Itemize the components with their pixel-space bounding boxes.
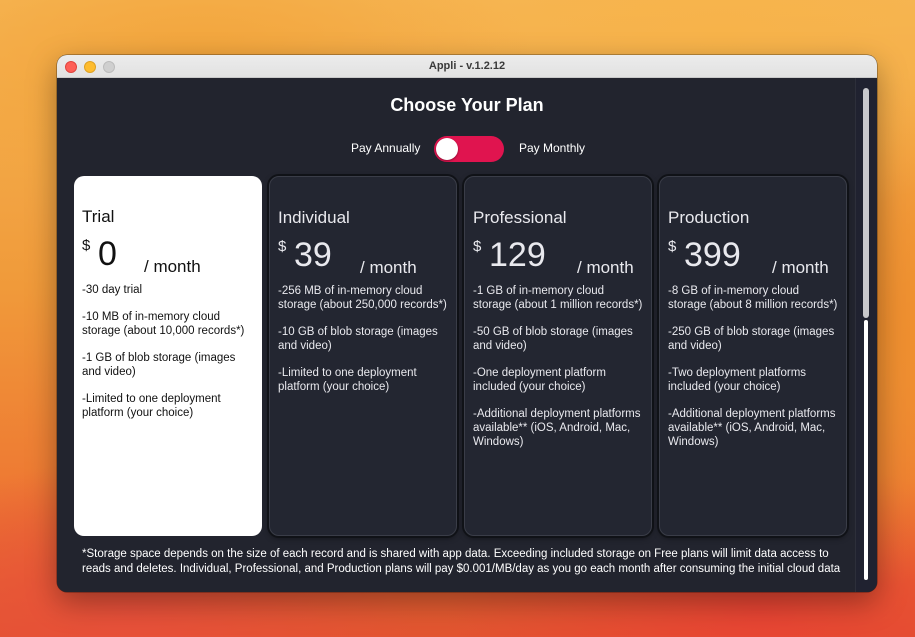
feature-item: -One deployment platform included (your …: [473, 367, 606, 393]
feature-item: -Additional deployment platforms availab…: [473, 408, 641, 448]
price-amount: 399: [684, 236, 741, 274]
price-amount: 129: [489, 236, 546, 274]
feature-item: -10 MB of in-memory cloud storage (about…: [82, 311, 245, 337]
feature-item: -30 day trial: [82, 284, 143, 296]
feature-item: -1 GB of in-memory cloud storage (about …: [473, 285, 643, 311]
plan-card-professional[interactable]: Professional $ 129 / month -1 GB of in-m…: [464, 176, 652, 536]
feature-list: -1 GB of in-memory cloud storage (about …: [473, 284, 645, 462]
window-title: Appli - v.1.2.12: [428, 60, 506, 72]
plan-card-production[interactable]: Production $ 399 / month -8 GB of in-mem…: [659, 176, 847, 536]
app-window: Appli - v.1.2.12 Choose Your Plan Pay An…: [57, 55, 877, 592]
plan-name: Individual: [278, 208, 350, 227]
feature-list: -30 day trial -10 MB of in-memory cloud …: [82, 283, 256, 433]
price-amount: 0: [98, 235, 117, 273]
plan-panel[interactable]: Choose Your Plan Pay Annually Pay Monthl…: [57, 78, 877, 592]
feature-item: -10 GB of blob storage (images and video…: [278, 326, 438, 352]
plan-card-individual[interactable]: Individual $ 39 / month -256 MB of in-me…: [269, 176, 457, 536]
feature-item: -50 GB of blob storage (images and video…: [473, 326, 633, 352]
feature-item: -Limited to one deployment platform (you…: [82, 393, 221, 419]
currency-symbol: $: [82, 237, 91, 254]
feature-item: -1 GB of blob storage (images and video): [82, 352, 236, 378]
pay-monthly-label[interactable]: Pay Monthly: [519, 141, 585, 155]
storage-footnote: *Storage space depends on the size of ea…: [82, 548, 841, 575]
plan-card-trial[interactable]: Trial $ 0 / month -30 day trial -10 MB o…: [74, 176, 262, 536]
billing-toggle-row: Pay Annually Pay Monthly: [57, 136, 877, 162]
feature-list: -256 MB of in-memory cloud storage (abou…: [278, 284, 450, 407]
plan-name: Professional: [473, 208, 567, 227]
toggle-knob[interactable]: [436, 138, 458, 160]
feature-list: -8 GB of in-memory cloud storage (about …: [668, 284, 840, 462]
price-unit: / month: [772, 258, 829, 277]
feature-item: -8 GB of in-memory cloud storage (about …: [668, 285, 838, 311]
title-bar: Appli - v.1.2.12: [57, 55, 877, 78]
scrollbar-track-highlight: [864, 320, 868, 580]
plan-name: Trial: [82, 207, 115, 226]
price-unit: / month: [144, 257, 201, 276]
page-title: Choose Your Plan: [390, 95, 544, 115]
feature-item: -Additional deployment platforms availab…: [668, 408, 836, 448]
price-unit: / month: [360, 258, 417, 277]
plan-name: Production: [668, 208, 750, 227]
feature-item: -Two deployment platforms included (your…: [668, 367, 807, 393]
currency-symbol: $: [473, 238, 482, 255]
feature-item: -Limited to one deployment platform (you…: [278, 367, 417, 393]
billing-period-toggle[interactable]: [434, 136, 504, 162]
price-unit: / month: [577, 258, 634, 277]
price-amount: 39: [294, 236, 332, 274]
currency-symbol: $: [278, 238, 287, 255]
vertical-scrollbar[interactable]: [855, 78, 877, 592]
feature-item: -256 MB of in-memory cloud storage (abou…: [278, 285, 447, 311]
currency-symbol: $: [668, 238, 677, 255]
feature-item: -250 GB of blob storage (images and vide…: [668, 326, 835, 352]
scrollbar-thumb[interactable]: [863, 88, 869, 318]
pay-annually-label[interactable]: Pay Annually: [351, 141, 420, 155]
